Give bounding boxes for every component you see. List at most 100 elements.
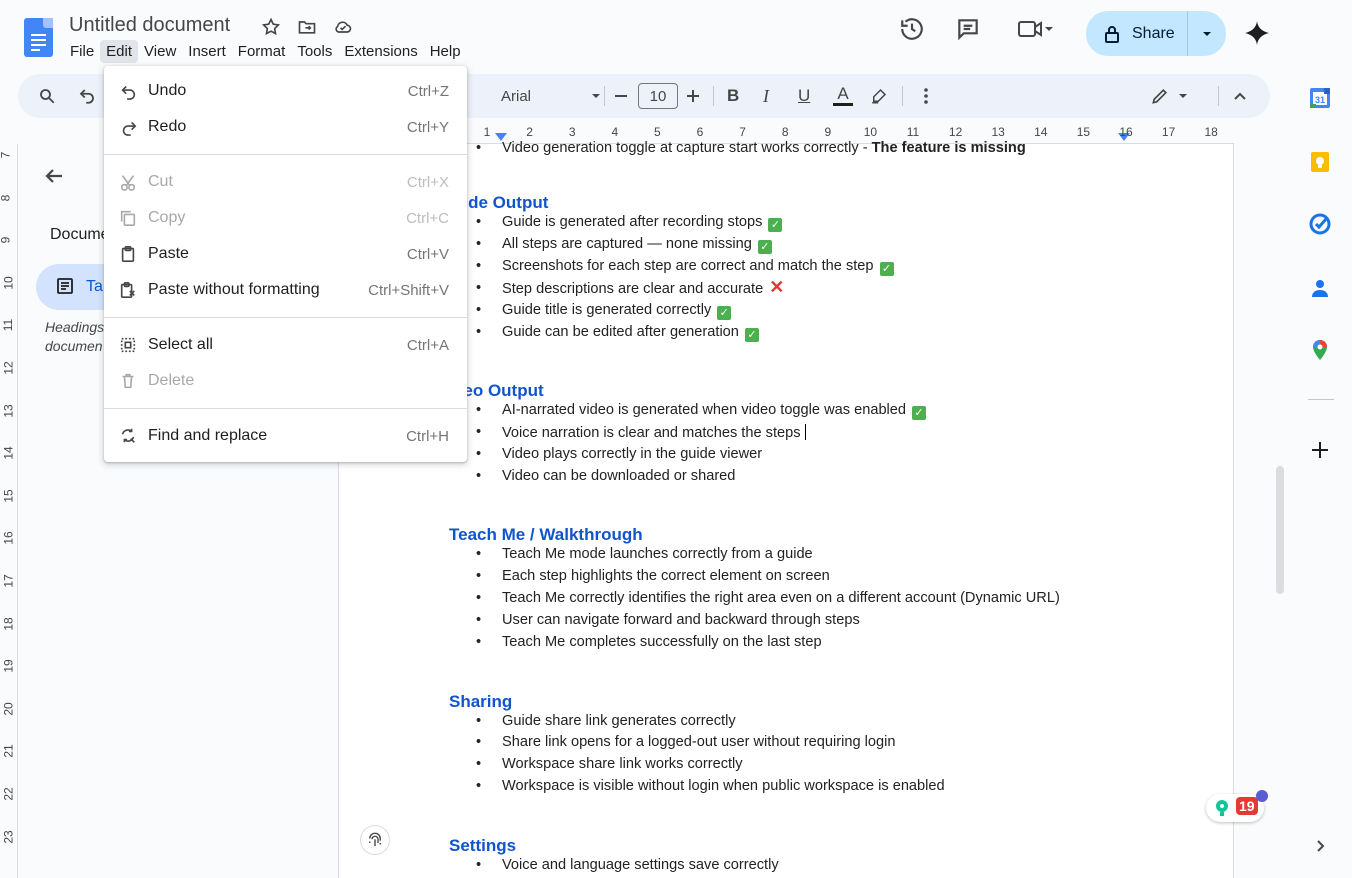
- fingerprint-icon[interactable]: [360, 825, 390, 855]
- side-panel: 31: [1290, 0, 1352, 878]
- decrease-font-size-icon[interactable]: [614, 74, 628, 118]
- calendar-icon[interactable]: 31: [1308, 86, 1332, 110]
- menu-edit[interactable]: Edit: [100, 40, 139, 63]
- editing-mode-icon[interactable]: [1150, 74, 1188, 118]
- section-heading[interactable]: uide Output: [453, 193, 548, 213]
- contacts-icon[interactable]: [1308, 276, 1332, 300]
- star-icon[interactable]: [260, 16, 282, 38]
- list-item[interactable]: Teach Me completes successfully on the l…: [476, 634, 822, 650]
- list-item[interactable]: User can navigate forward and backward t…: [476, 612, 860, 628]
- gemini-icon[interactable]: [1244, 20, 1270, 51]
- ruler-tick-label: 11: [1, 319, 16, 332]
- menu-item-paste[interactable]: Paste Ctrl+V: [104, 236, 467, 272]
- menu-file[interactable]: File: [64, 40, 100, 63]
- list-item-text: Video plays correctly in the guide viewe…: [502, 446, 763, 462]
- list-item-text: Workspace share link works correctly: [502, 756, 743, 772]
- ruler-tick-label: 10: [1, 276, 16, 290]
- share-button-group: Share: [1086, 11, 1226, 56]
- list-item[interactable]: Video can be downloaded or shared: [476, 468, 736, 484]
- list-item[interactable]: Share link opens for a logged-out user w…: [476, 734, 895, 750]
- lock-icon: [1105, 25, 1119, 43]
- ruler-tick-label: 12: [1, 361, 16, 375]
- menu-view[interactable]: View: [138, 40, 182, 63]
- list-item[interactable]: Video plays correctly in the guide viewe…: [476, 446, 763, 462]
- italic-button[interactable]: I: [763, 74, 769, 118]
- more-options-icon[interactable]: [918, 74, 934, 118]
- menu-format[interactable]: Format: [232, 40, 292, 63]
- font-size-field[interactable]: 10: [638, 74, 678, 118]
- keep-icon[interactable]: [1308, 150, 1332, 174]
- ruler-tick-label: 11: [906, 125, 920, 139]
- list-item-text: Video can be downloaded or shared: [502, 468, 736, 484]
- search-menus-icon[interactable]: [38, 74, 56, 118]
- meet-icon[interactable]: [1007, 12, 1063, 46]
- scrollbar-thumb[interactable]: [1276, 466, 1284, 594]
- menu-item-find-and-replace[interactable]: Find and replace Ctrl+H: [104, 418, 467, 454]
- cloud-saved-icon[interactable]: [332, 16, 354, 38]
- trash-icon: [119, 372, 137, 390]
- menu-extensions[interactable]: Extensions: [338, 40, 423, 63]
- list-item[interactable]: Screenshots for each step are correct an…: [476, 258, 894, 276]
- list-item[interactable]: Workspace is visible without login when …: [476, 778, 945, 794]
- undo-icon[interactable]: [78, 74, 96, 118]
- list-item[interactable]: All steps are captured — none missing ✓: [476, 236, 772, 254]
- share-dropdown-button[interactable]: [1188, 29, 1226, 39]
- chevron-right-icon[interactable]: [1308, 834, 1332, 858]
- list-item-text: Voice and language settings save correct…: [502, 857, 779, 873]
- menu-item-cut: Cut Ctrl+X: [104, 164, 467, 200]
- list-item[interactable]: Each step highlights the correct element…: [476, 568, 830, 584]
- menu-item-undo[interactable]: Undo Ctrl+Z: [104, 73, 467, 109]
- document-page[interactable]: Video generation toggle at capture start…: [338, 140, 1234, 878]
- list-item[interactable]: Teach Me correctly identifies the right …: [476, 590, 1060, 606]
- section-heading[interactable]: Settings: [449, 836, 516, 856]
- menu-insert[interactable]: Insert: [182, 40, 232, 63]
- vertical-ruler[interactable]: 7 8 9 10 11 12 13 14 15 16 17 18 19 20 21 22 23: [0, 144, 18, 878]
- list-item[interactable]: Workspace share link works correctly: [476, 756, 743, 772]
- list-item[interactable]: Step descriptions are clear and accurate…: [476, 278, 784, 297]
- list-item[interactable]: Guide share link generates correctly: [476, 713, 736, 729]
- menu-item-shortcut: Ctrl+A: [406, 336, 449, 354]
- underline-button[interactable]: U: [798, 74, 810, 118]
- back-arrow-icon[interactable]: [42, 164, 66, 193]
- menu-item-redo[interactable]: Redo Ctrl+Y: [104, 109, 467, 145]
- bold-button[interactable]: B: [727, 74, 739, 118]
- list-item[interactable]: Video generation toggle at capture start…: [476, 140, 1026, 156]
- comments-icon[interactable]: [951, 12, 985, 46]
- ruler-tick-label: 14: [1, 446, 16, 460]
- section-heading[interactable]: Sharing: [449, 692, 512, 712]
- list-item[interactable]: Teach Me mode launches correctly from a …: [476, 546, 813, 562]
- menu-item-label: Redo: [148, 118, 187, 135]
- ruler-tick-label: 4: [611, 125, 619, 139]
- increase-font-size-icon[interactable]: [686, 74, 700, 118]
- list-item[interactable]: AI-narrated video is generated when vide…: [476, 402, 927, 420]
- list-item[interactable]: Guide can be edited after generation ✓: [476, 324, 759, 342]
- menu-help[interactable]: Help: [424, 40, 467, 63]
- list-item[interactable]: Guide is generated after recording stops…: [476, 214, 783, 232]
- highlight-icon[interactable]: [870, 74, 888, 118]
- font-family-select[interactable]: Arial: [501, 74, 601, 118]
- side-divider: [1308, 399, 1334, 400]
- add-addon-icon[interactable]: [1308, 438, 1332, 462]
- grammarly-bulb-icon: [1216, 800, 1228, 816]
- list-item[interactable]: Voice narration is clear and matches the…: [476, 424, 806, 441]
- version-history-icon[interactable]: [895, 12, 929, 46]
- ruler-tick-label: 3: [568, 125, 576, 139]
- text-color-button[interactable]: A: [833, 74, 853, 118]
- section-heading[interactable]: Teach Me / Walkthrough: [449, 525, 643, 545]
- tasks-icon[interactable]: [1308, 212, 1332, 236]
- font-family-value: Arial: [501, 87, 532, 105]
- menu-item-paste-without-formatting[interactable]: Paste without formatting Ctrl+Shift+V: [104, 272, 467, 308]
- menu-tools[interactable]: Tools: [291, 40, 338, 63]
- menu-item-select-all[interactable]: Select all Ctrl+A: [104, 327, 467, 363]
- hide-menus-chevron-up-icon[interactable]: [1232, 74, 1248, 118]
- document-title[interactable]: Untitled document: [69, 14, 230, 37]
- ruler-tick-label: 7: [0, 152, 12, 159]
- maps-icon[interactable]: [1308, 338, 1332, 362]
- menu-item-label: Cut: [148, 173, 173, 190]
- list-item[interactable]: Guide title is generated correctly ✓: [476, 302, 732, 320]
- grammarly-widget[interactable]: 19: [1206, 790, 1268, 822]
- docs-logo-icon[interactable]: [24, 18, 53, 57]
- share-button[interactable]: Share: [1086, 11, 1188, 56]
- move-folder-icon[interactable]: [296, 16, 318, 38]
- list-item[interactable]: Voice and language settings save correct…: [476, 857, 779, 873]
